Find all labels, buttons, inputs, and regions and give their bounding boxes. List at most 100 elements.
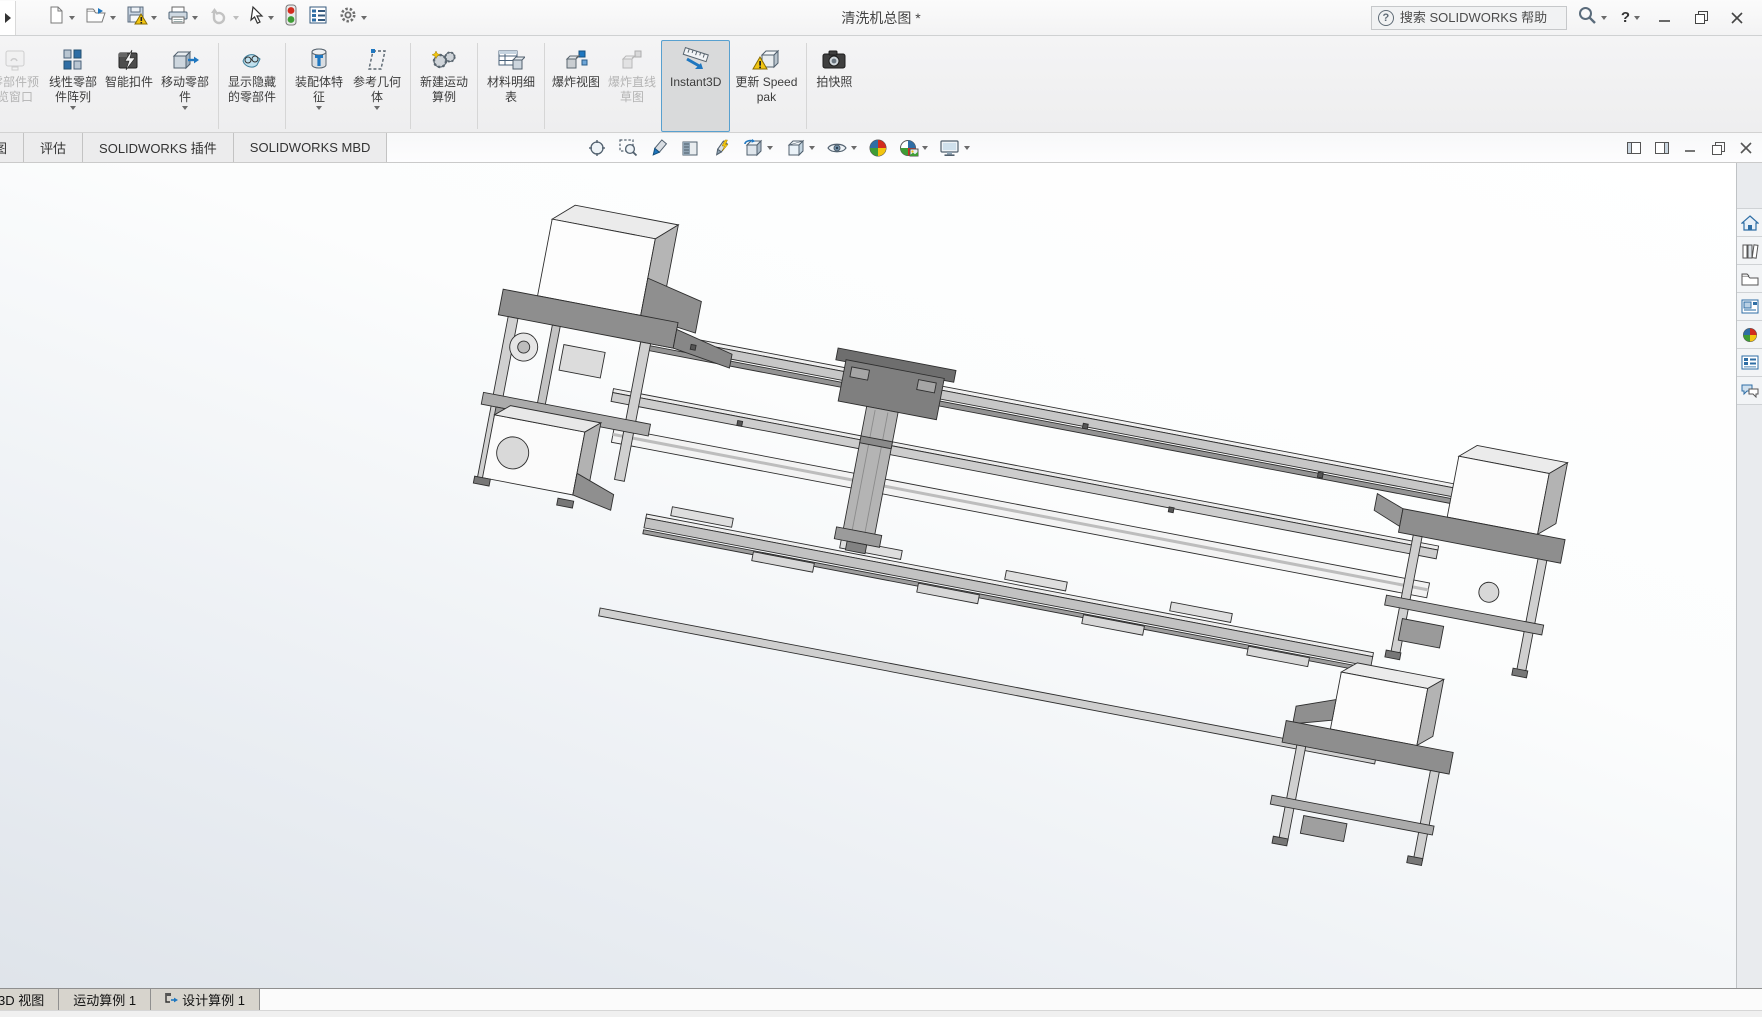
- ribbon-separator: [477, 43, 478, 129]
- explode-line-sketch-icon: [619, 45, 645, 75]
- save-button[interactable]: [122, 2, 161, 33]
- restore-button[interactable]: [1686, 5, 1716, 31]
- undo-button[interactable]: [204, 2, 243, 33]
- pane-right-button[interactable]: [1654, 140, 1670, 156]
- select-dropdown[interactable]: [268, 16, 274, 20]
- linear-pattern-dropdown[interactable]: [70, 106, 76, 110]
- new-document-button[interactable]: [42, 2, 79, 33]
- doc-close-button[interactable]: [1738, 140, 1754, 156]
- settings-button[interactable]: [334, 2, 371, 33]
- help-dropdown[interactable]: [1634, 16, 1640, 20]
- minimize-button[interactable]: [1650, 5, 1680, 31]
- rebuild-button[interactable]: [280, 1, 302, 34]
- update-speedpak-button[interactable]: 更新 Speedpak: [730, 40, 802, 132]
- previous-view-button[interactable]: [647, 136, 671, 160]
- reference-geometry-button[interactable]: 参考几何体: [348, 40, 406, 132]
- display-style-button[interactable]: [782, 136, 817, 160]
- assembly-features-dropdown[interactable]: [316, 106, 322, 110]
- search-box[interactable]: ?: [1371, 6, 1567, 30]
- take-snapshot-button[interactable]: 拍快照: [811, 40, 857, 132]
- save-dropdown[interactable]: [151, 16, 157, 20]
- file-explorer-tab[interactable]: [1737, 264, 1762, 293]
- new-motion-study-button[interactable]: 新建运动算例: [415, 40, 473, 132]
- dynamic-annotation-icon: [711, 138, 731, 158]
- smart-fasteners-button[interactable]: 智能扣件: [102, 40, 156, 132]
- reference-geometry-dropdown[interactable]: [374, 106, 380, 110]
- instant3d-button[interactable]: Instant3D: [661, 40, 730, 132]
- tab-design-study-1[interactable]: 设计算例 1: [151, 989, 260, 1010]
- settings-dropdown[interactable]: [361, 16, 367, 20]
- tab-sketch[interactable]: 图: [0, 133, 24, 162]
- appearances-scenes-icon: [1742, 327, 1758, 343]
- solidworks-forum-icon: [1741, 383, 1759, 398]
- view-orientation-button[interactable]: [740, 136, 775, 160]
- search-input[interactable]: [1400, 10, 1550, 25]
- view-settings-button[interactable]: [937, 136, 972, 160]
- tab-3d-view[interactable]: 3D 视图: [0, 989, 59, 1010]
- doc-restore-button[interactable]: [1710, 140, 1726, 156]
- assembly-model-3d[interactable]: [0, 163, 1762, 988]
- update-speedpak-icon: [752, 45, 780, 75]
- search-go-button[interactable]: [1573, 3, 1611, 32]
- section-view-button[interactable]: [678, 136, 702, 160]
- open-dropdown[interactable]: [110, 16, 116, 20]
- tab-evaluate[interactable]: 评估: [24, 133, 83, 162]
- linear-component-pattern-icon: [60, 45, 86, 75]
- smart-fasteners-icon: [116, 45, 142, 75]
- edit-appearance-button[interactable]: [866, 136, 890, 160]
- view-palette-tab[interactable]: [1737, 292, 1762, 321]
- move-component-icon: [171, 45, 199, 75]
- search-dropdown[interactable]: [1601, 16, 1607, 20]
- show-hidden-components-button[interactable]: 显示隐藏的零部件: [223, 40, 281, 132]
- tab-solidworks-addins[interactable]: SOLIDWORKS 插件: [83, 133, 234, 162]
- design-library-icon: [1741, 243, 1759, 259]
- view-orientation-dropdown[interactable]: [767, 146, 773, 150]
- title-bar: 清洗机总图 * ? ?: [0, 0, 1762, 36]
- menu-flyout-arrow[interactable]: [0, 1, 16, 35]
- document-title: 清洗机总图 *: [841, 0, 920, 36]
- dynamic-annotation-button[interactable]: [709, 136, 733, 160]
- open-icon: [85, 5, 107, 30]
- pane-left-button[interactable]: [1626, 140, 1642, 156]
- bill-of-materials-button[interactable]: 材料明细表: [482, 40, 540, 132]
- apply-scene-dropdown[interactable]: [922, 146, 928, 150]
- undo-icon: [208, 5, 230, 30]
- exploded-view-button[interactable]: 爆炸视图: [549, 40, 603, 132]
- ribbon-toolbar: 零部件预览窗口 线性零部件阵列 智能扣件 移动零部件 显示隐藏的零部件 装配体特…: [0, 36, 1762, 133]
- exploded-view-icon: [563, 45, 589, 75]
- apply-scene-icon: [899, 138, 919, 158]
- view-orientation-icon: [742, 138, 764, 158]
- linear-component-pattern-button[interactable]: 线性零部件阵列: [44, 40, 102, 132]
- view-settings-dropdown[interactable]: [964, 146, 970, 150]
- component-preview-window-icon: [3, 45, 27, 75]
- options-list-button[interactable]: [304, 2, 332, 33]
- display-style-dropdown[interactable]: [809, 146, 815, 150]
- assembly-features-button[interactable]: 装配体特征: [290, 40, 348, 132]
- zoom-to-area-icon: [618, 138, 638, 158]
- open-button[interactable]: [81, 2, 120, 33]
- status-bar: [0, 1010, 1762, 1017]
- select-button[interactable]: [245, 2, 278, 33]
- zoom-to-fit-button[interactable]: [585, 136, 609, 160]
- graphics-viewport[interactable]: [0, 163, 1762, 988]
- design-library-tab[interactable]: [1737, 236, 1762, 265]
- hide-show-items-dropdown[interactable]: [851, 146, 857, 150]
- appearances-scenes-tab[interactable]: [1737, 320, 1762, 349]
- tab-solidworks-mbd[interactable]: SOLIDWORKS MBD: [234, 133, 388, 162]
- new-document-dropdown[interactable]: [69, 16, 75, 20]
- close-button[interactable]: [1722, 5, 1752, 31]
- custom-properties-tab[interactable]: [1737, 348, 1762, 377]
- print-dropdown[interactable]: [192, 16, 198, 20]
- solidworks-resources-tab[interactable]: [1737, 208, 1762, 237]
- move-component-button[interactable]: 移动零部件: [156, 40, 214, 132]
- tab-motion-study-1[interactable]: 运动算例 1: [59, 989, 151, 1010]
- edit-appearance-icon: [868, 138, 888, 158]
- hide-show-items-button[interactable]: [824, 136, 859, 160]
- solidworks-forum-tab[interactable]: [1737, 376, 1762, 405]
- print-button[interactable]: [163, 2, 202, 33]
- doc-minimize-button[interactable]: [1682, 140, 1698, 156]
- apply-scene-button[interactable]: [897, 136, 930, 160]
- move-component-dropdown[interactable]: [182, 106, 188, 110]
- help-button[interactable]: ?: [1617, 9, 1644, 26]
- zoom-to-area-button[interactable]: [616, 136, 640, 160]
